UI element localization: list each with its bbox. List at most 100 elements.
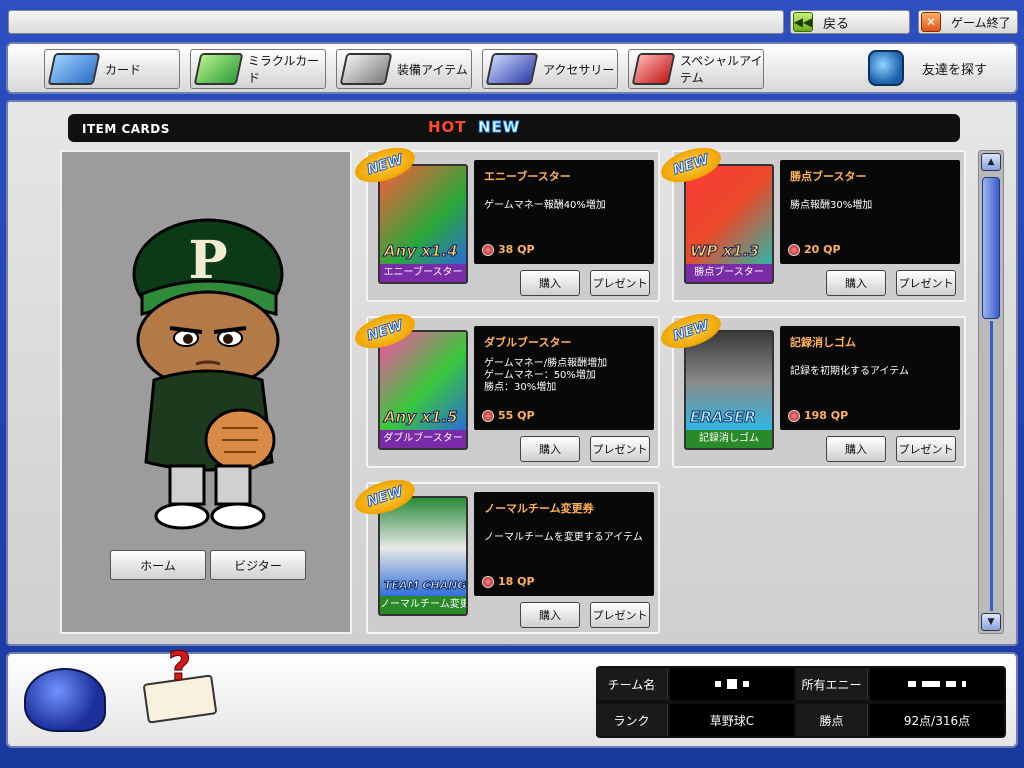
item-name: 勝点ブースター <box>790 170 867 183</box>
rank-value: 草野球C <box>670 704 794 736</box>
qp-coin-icon <box>788 243 800 256</box>
item-price: 20 QP <box>788 243 841 256</box>
top-bar: ◀◀ 戻る ✕ ゲーム終了 <box>0 0 1024 40</box>
present-button[interactable]: プレゼント <box>590 436 650 462</box>
close-x-icon: ✕ <box>921 12 941 32</box>
scroll-track <box>990 321 993 611</box>
item-list-scrollbar[interactable]: ▲ ▼ <box>978 150 1004 634</box>
item-price: 18 QP <box>482 575 535 588</box>
item-info: ダブルブースター ゲームマネー/勝点報酬増加 ゲームマネー：50%増加 勝点：3… <box>474 326 654 430</box>
qp-coin-icon <box>482 243 494 256</box>
item-description: ノーマルチームを変更するアイテム <box>484 532 643 543</box>
exit-game-button[interactable]: ✕ ゲーム終了 <box>918 10 1018 34</box>
item-card-team-change: TEAM CHANGE ノーマルチーム変更券 NEW ノーマルチーム変更券 ノー… <box>350 473 660 634</box>
bottom-status-bar: ? チーム名 所有エニー ランク 草野球C 勝点 92点/316点 <box>6 644 1018 748</box>
item-info: 勝点ブースター 勝点報酬30%増加 20 QP <box>780 160 960 264</box>
miracle-card-icon <box>193 53 244 85</box>
nav-accessory[interactable]: アクセサリー <box>482 49 618 89</box>
item-thumbnail[interactable]: WP x1.3 勝点ブースター <box>684 164 774 284</box>
team-name-value <box>670 668 794 700</box>
buy-button[interactable]: 購入 <box>520 602 580 628</box>
double-left-arrow-icon: ◀◀ <box>793 12 813 32</box>
character-preview: P ホーム ビジター <box>60 150 352 634</box>
item-info: ノーマルチーム変更券 ノーマルチームを変更するアイテム 18 QP <box>474 492 654 596</box>
visitor-uniform-button[interactable]: ビジター <box>210 550 306 580</box>
accessory-icon <box>485 53 539 85</box>
present-button[interactable]: プレゼント <box>896 436 956 462</box>
scroll-up-arrow-icon[interactable]: ▲ <box>981 153 1001 171</box>
buy-button[interactable]: 購入 <box>826 436 886 462</box>
nav-accessory-label: アクセサリー <box>543 62 615 77</box>
item-price: 38 QP <box>482 243 535 256</box>
item-info: エニーブースター ゲームマネー報酬40%増加 38 QP <box>474 160 654 264</box>
item-thumbnail[interactable]: ERASER 記録消しゴム <box>684 330 774 450</box>
nav-special-item-label: スペシャルアイテム <box>679 54 763 85</box>
scroll-down-arrow-icon[interactable]: ▼ <box>981 613 1001 631</box>
item-card-wp-booster: WP x1.3 勝点ブースター NEW 勝点ブースター 勝点報酬30%増加 20… <box>656 141 966 302</box>
nav-miracle-card-label: ミラクルカード <box>247 54 320 85</box>
item-shop-panel: ITEM CARDS HOT NEW P ホーム ビジター Any x1.4 エ… <box>6 100 1018 646</box>
item-thumbnail[interactable]: Any x1.5 ダブルブースター <box>378 330 468 450</box>
item-art-text: ERASER <box>689 408 757 427</box>
exit-label: ゲーム終了 <box>951 15 1011 30</box>
player-avatar: P <box>132 218 284 530</box>
item-art-text: Any x1.4 <box>384 242 459 261</box>
price-value: 55 QP <box>498 409 535 422</box>
tab-hot[interactable]: HOT <box>428 118 467 136</box>
qp-coin-icon <box>482 409 494 422</box>
price-value: 198 QP <box>804 409 849 422</box>
item-name: 記録消しゴム <box>790 336 856 349</box>
item-description: 記録を初期化するアイテム <box>790 366 909 377</box>
item-card-eraser: ERASER 記録消しゴム NEW 記録消しゴム 記録を初期化するアイテム 19… <box>656 307 966 468</box>
buy-button[interactable]: 購入 <box>520 270 580 296</box>
qp-coin-icon <box>788 409 800 422</box>
present-button[interactable]: プレゼント <box>896 270 956 296</box>
points-value: 92点/316点 <box>870 704 1004 736</box>
item-description: ゲームマネー報酬40%増加 <box>484 200 606 211</box>
item-art-text: WP x1.3 <box>689 242 760 261</box>
item-description: 勝点報酬30%増加 <box>790 200 873 211</box>
points-label: 勝点 <box>796 704 868 736</box>
price-value: 20 QP <box>804 243 841 256</box>
back-label: 戻る <box>823 16 850 32</box>
item-card-double-booster: Any x1.5 ダブルブースター NEW ダブルブースター ゲームマネー/勝点… <box>350 307 660 468</box>
item-caption: ノーマルチーム変更券 <box>380 596 466 614</box>
special-item-icon <box>631 53 676 85</box>
item-name: ダブルブースター <box>484 336 572 349</box>
section-title: ITEM CARDS <box>82 122 170 136</box>
scroll-thumb[interactable] <box>982 177 1000 319</box>
money-label: 所有エニー <box>796 668 868 700</box>
nav-special-item[interactable]: スペシャルアイテム <box>628 49 764 89</box>
item-caption: エニーブースター <box>380 264 466 282</box>
find-friend-button[interactable]: 友達を探す <box>868 48 1012 88</box>
item-art-text: TEAM CHANGE <box>384 579 468 593</box>
back-button[interactable]: ◀◀ 戻る <box>790 10 910 34</box>
item-card-any-booster: Any x1.4 エニーブースター NEW エニーブースター ゲームマネー報酬4… <box>350 141 660 302</box>
price-value: 18 QP <box>498 575 535 588</box>
nav-card[interactable]: カード <box>44 49 180 89</box>
nav-miracle-card[interactable]: ミラクルカード <box>190 49 326 89</box>
helmet-icon[interactable] <box>24 668 106 732</box>
item-thumbnail[interactable]: Any x1.4 エニーブースター <box>378 164 468 284</box>
home-uniform-button[interactable]: ホーム <box>110 550 206 580</box>
buy-button[interactable]: 購入 <box>520 436 580 462</box>
item-thumbnail[interactable]: TEAM CHANGE ノーマルチーム変更券 <box>378 496 468 616</box>
present-button[interactable]: プレゼント <box>590 270 650 296</box>
tab-new[interactable]: NEW <box>477 118 520 137</box>
item-price: 55 QP <box>482 409 535 422</box>
item-caption: 勝点ブースター <box>686 264 772 282</box>
category-nav: カード ミラクルカード 装備アイテム アクセサリー スペシャルアイテム 友達を探… <box>6 42 1018 94</box>
qp-coin-icon <box>482 575 494 588</box>
item-name: エニーブースター <box>484 170 571 183</box>
item-price: 198 QP <box>788 409 848 422</box>
find-friend-icon <box>868 50 904 86</box>
buy-button[interactable]: 購入 <box>826 270 886 296</box>
nav-equipment-label: 装備アイテム <box>397 62 468 77</box>
present-button[interactable]: プレゼント <box>590 602 650 628</box>
nav-equipment[interactable]: 装備アイテム <box>336 49 472 89</box>
address-field <box>8 10 784 34</box>
help-book-icon[interactable]: ? <box>138 644 222 732</box>
item-art-text: Any x1.5 <box>384 408 459 427</box>
question-mark-icon: ? <box>167 644 192 691</box>
item-caption: ダブルブースター <box>380 430 466 448</box>
